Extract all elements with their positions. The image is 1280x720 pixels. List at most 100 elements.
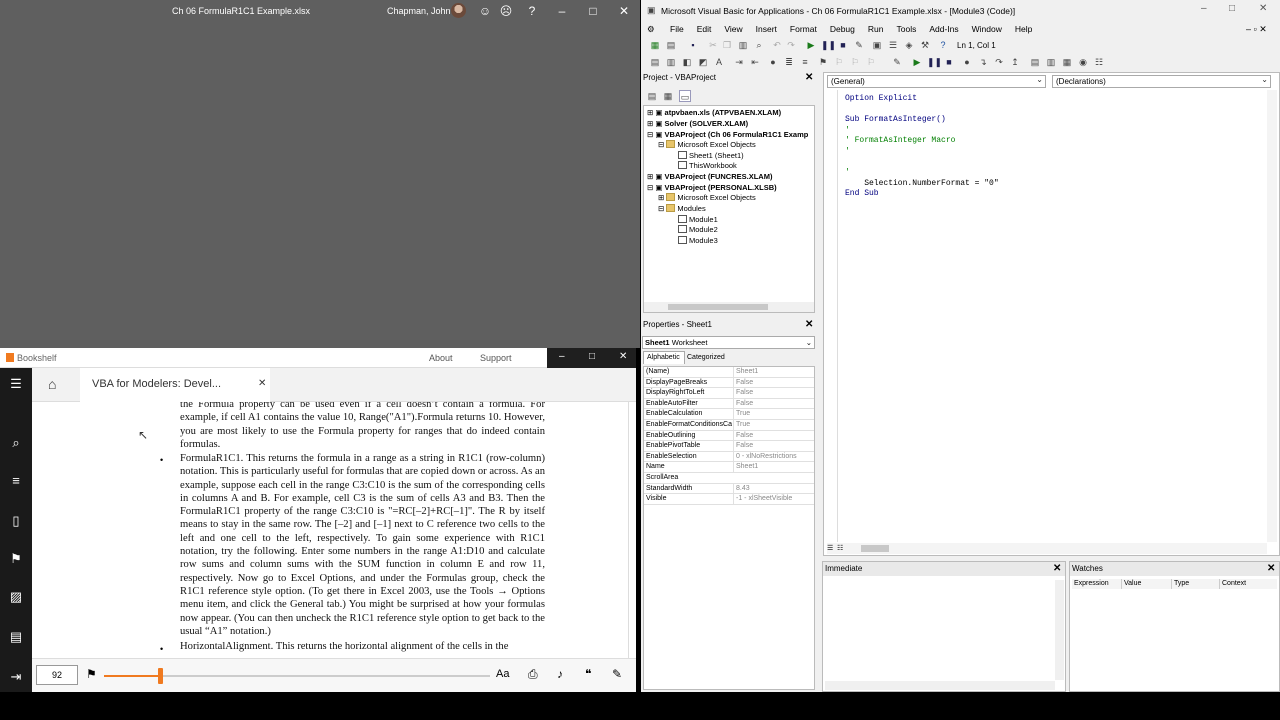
image-icon[interactable]: ▨ <box>7 588 25 606</box>
toolbox-icon[interactable]: ⚒ <box>919 39 931 51</box>
page-number-input[interactable]: 92 <box>36 665 78 685</box>
tree-node[interactable]: ⊞ Microsoft Excel Objects <box>658 193 756 203</box>
menu-format[interactable]: Format <box>790 24 817 34</box>
module-view-icon[interactable]: ☷ <box>837 544 843 552</box>
call-stack-icon[interactable]: ☷ <box>1093 56 1105 68</box>
tree-node[interactable]: ⊟ Microsoft Excel Objects <box>658 140 756 150</box>
immediate-vscrollbar[interactable] <box>1055 580 1064 680</box>
scroll-thumb[interactable] <box>668 304 768 310</box>
property-row[interactable]: DisplayPageBreaks False <box>644 377 815 389</box>
tab-categorized[interactable]: Categorized <box>685 352 725 364</box>
property-value[interactable]: False <box>733 430 815 442</box>
design-mode-icon[interactable]: ✎ <box>853 39 865 51</box>
procedure-combo[interactable]: (Declarations) <box>1052 74 1271 88</box>
frown-icon[interactable]: ☹ <box>498 3 514 19</box>
book-tab[interactable]: VBA for Modelers: Devel... ✕ <box>80 368 270 402</box>
code-line[interactable]: ' <box>845 168 999 179</box>
property-row[interactable]: EnablePivotTable False <box>644 441 814 452</box>
property-row[interactable]: Visible -1 - xlSheetVisible <box>644 494 814 505</box>
watches-window[interactable]: Watches ✕ Expression Value Type Context <box>1069 561 1280 692</box>
reset-icon[interactable]: ■ <box>943 56 955 68</box>
outdent-icon[interactable]: ⇤ <box>749 56 761 68</box>
property-row[interactable]: EnableCalculation True <box>644 409 814 420</box>
avatar[interactable] <box>451 3 466 18</box>
tree-node[interactable]: Module2 <box>678 225 718 235</box>
tree-node[interactable]: ⊟ ▣ VBAProject (PERSONAL.XLSB) <box>647 183 777 193</box>
menu-edit[interactable]: Edit <box>697 24 712 34</box>
search-icon[interactable]: ⌕ <box>7 434 25 452</box>
code-line[interactable] <box>845 158 999 169</box>
undo-icon[interactable]: ↶ <box>771 39 783 51</box>
bookmark-icon[interactable]: ⚑ <box>7 550 25 568</box>
run-icon[interactable]: ▶ <box>805 39 817 51</box>
close-tab-icon[interactable]: ✕ <box>258 378 266 389</box>
watch-col-value[interactable]: Value <box>1124 579 1172 589</box>
scroll-thumb[interactable] <box>861 545 889 552</box>
menu-icon[interactable]: ☰ <box>7 375 25 393</box>
code-line[interactable] <box>845 105 999 116</box>
object-selector[interactable]: Sheet1 Worksheet ⌄ <box>642 336 815 349</box>
property-value[interactable]: 0 - xlNoRestrictions <box>733 451 815 463</box>
excel-view-icon[interactable]: ▦ <box>649 39 661 51</box>
minimize-icon[interactable]: – <box>554 3 570 19</box>
property-row[interactable]: EnableFormatConditionsCa True <box>644 420 814 431</box>
property-row[interactable]: StandardWidth 8.43 <box>644 483 814 495</box>
toggle-bookmark-icon[interactable]: ⚑ <box>817 56 829 68</box>
indent-icon[interactable]: ⇥ <box>733 56 745 68</box>
step-over-icon[interactable]: ↷ <box>993 56 1005 68</box>
user-name[interactable]: Chapman, John <box>387 6 451 16</box>
exit-icon[interactable]: ⇥ <box>7 668 25 686</box>
code-text[interactable]: Option Explicit Sub FormatAsInteger() ' ' … <box>845 94 999 200</box>
menu-run[interactable]: Run <box>868 24 884 34</box>
insert-module-icon[interactable]: ▤ <box>665 39 677 51</box>
bookmark-icon[interactable]: ⚑ <box>86 667 97 681</box>
comment-block-icon[interactable]: ≣ <box>783 56 795 68</box>
menu-tools[interactable]: Tools <box>896 24 916 34</box>
immediate-window[interactable]: Immediate ✕ <box>822 561 1066 692</box>
page-scrollbar[interactable] <box>628 402 636 658</box>
notes-icon[interactable]: ▤ <box>7 628 25 646</box>
redo-icon[interactable]: ↷ <box>785 39 797 51</box>
procedure-view-icon[interactable]: ☰ <box>827 544 833 552</box>
vba-menu-icon[interactable]: ⚙ <box>647 24 655 34</box>
property-value[interactable]: True <box>733 409 815 420</box>
minimize-icon[interactable]: – <box>559 351 565 362</box>
list-properties-icon[interactable]: ▤ <box>649 56 661 68</box>
locals-window-icon[interactable]: ▤ <box>1029 56 1041 68</box>
page-slider-thumb[interactable] <box>158 668 163 684</box>
object-combo[interactable]: (General) <box>827 74 1046 88</box>
help-icon[interactable]: ? <box>937 39 949 51</box>
close-watches-icon[interactable]: ✕ <box>1267 563 1275 574</box>
edit-icon[interactable]: ✎ <box>612 667 622 681</box>
clear-bookmarks-icon[interactable]: ⚐ <box>865 56 877 68</box>
font-size-icon[interactable]: Aa <box>496 668 509 680</box>
menu-window[interactable]: Window <box>972 24 1002 34</box>
watch-window-icon[interactable]: ▦ <box>1061 56 1073 68</box>
close-icon[interactable]: ✕ <box>616 3 632 19</box>
tab-alphabetic[interactable]: Alphabetic <box>643 351 685 364</box>
watch-col-expression[interactable]: Expression <box>1074 579 1122 589</box>
property-value[interactable]: False <box>733 377 815 389</box>
tree-node[interactable]: ⊟ ▣ VBAProject (Ch 06 FormulaR1C1 Examp <box>647 130 808 140</box>
close-icon[interactable]: ✕ <box>619 351 627 362</box>
code-line[interactable]: Selection.NumberFormat = "0" <box>845 179 998 190</box>
property-value[interactable]: -1 - xlSheetVisible <box>733 494 815 505</box>
design-icon[interactable]: ✎ <box>891 56 903 68</box>
property-row[interactable]: DisplayRightToLeft False <box>644 388 814 399</box>
break-icon[interactable]: ❚❚ <box>927 56 942 68</box>
tree-node[interactable]: ⊟ Modules <box>658 204 706 214</box>
paste-icon[interactable]: ▥ <box>737 39 749 51</box>
immediate-window-icon[interactable]: ▥ <box>1045 56 1057 68</box>
cut-icon[interactable]: ✂ <box>707 39 719 51</box>
complete-word-icon[interactable]: A <box>713 56 725 68</box>
property-row[interactable]: EnableOutlining False <box>644 430 815 442</box>
close-icon[interactable]: ✕ <box>1259 3 1267 14</box>
property-value[interactable]: True <box>733 420 815 431</box>
code-line[interactable]: Sub FormatAsInteger() <box>845 115 999 126</box>
step-out-icon[interactable]: ↥ <box>1009 56 1021 68</box>
property-value[interactable]: Sheet1 <box>733 367 815 378</box>
watch-col-type[interactable]: Type <box>1174 579 1220 589</box>
tree-node[interactable]: ⊞ ▣ atpvbaen.xls (ATPVBAEN.XLAM) <box>647 108 781 118</box>
list-constants-icon[interactable]: ▥ <box>665 56 677 68</box>
property-row[interactable]: (Name) Sheet1 <box>644 367 814 378</box>
